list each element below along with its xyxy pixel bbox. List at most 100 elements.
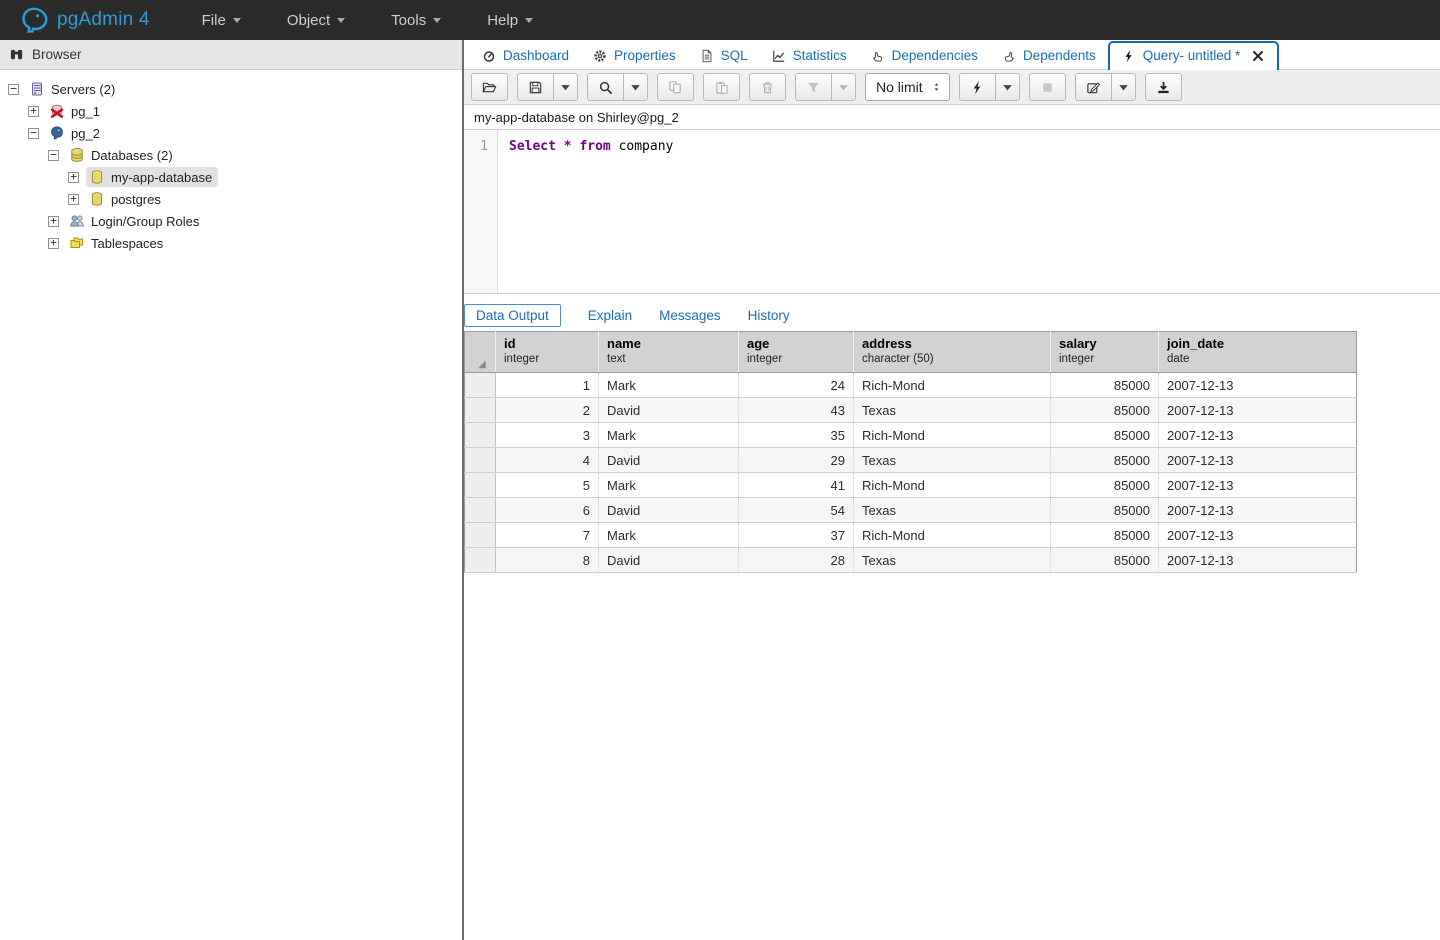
grid-cell[interactable]: Mark: [599, 423, 739, 448]
tree-item-pg-1[interactable]: +pg_1: [0, 100, 462, 122]
tree-node[interactable]: Servers (2): [26, 79, 121, 99]
row-selector-cell[interactable]: [465, 423, 496, 448]
grid-cell[interactable]: 2007-12-13: [1159, 548, 1357, 573]
edit-options-button[interactable]: [1111, 73, 1136, 101]
copy-button[interactable]: [657, 73, 694, 101]
grid-cell[interactable]: 85000: [1051, 398, 1159, 423]
tree-node[interactable]: my-app-database: [86, 167, 218, 187]
grid-cell[interactable]: 4: [496, 448, 599, 473]
grid-cell[interactable]: 85000: [1051, 498, 1159, 523]
output-tab-messages[interactable]: Messages: [659, 305, 721, 326]
grid-cell[interactable]: 2007-12-13: [1159, 498, 1357, 523]
grid-cell[interactable]: 37: [739, 523, 854, 548]
pgadmin-brand[interactable]: pgAdmin 4: [20, 6, 150, 34]
execute-options-button[interactable]: [995, 73, 1020, 101]
grid-cell[interactable]: Rich-Mond: [854, 423, 1051, 448]
collapse-expander[interactable]: −: [48, 150, 59, 161]
expand-expander[interactable]: +: [48, 238, 59, 249]
grid-cell[interactable]: 8: [496, 548, 599, 573]
grid-cell[interactable]: Mark: [599, 473, 739, 498]
grid-cell[interactable]: Texas: [854, 548, 1051, 573]
grid-cell[interactable]: 2: [496, 398, 599, 423]
execute-button[interactable]: [959, 73, 996, 101]
grid-cell[interactable]: 7: [496, 523, 599, 548]
grid-cell[interactable]: 2007-12-13: [1159, 423, 1357, 448]
grid-cell[interactable]: 2007-12-13: [1159, 473, 1357, 498]
grid-column-header-salary[interactable]: salaryinteger: [1051, 332, 1159, 373]
tree-node[interactable]: Tablespaces: [66, 233, 169, 253]
tree-node[interactable]: pg_1: [46, 101, 106, 121]
grid-cell[interactable]: 29: [739, 448, 854, 473]
grid-cell[interactable]: Mark: [599, 523, 739, 548]
grid-column-header-age[interactable]: ageinteger: [739, 332, 854, 373]
grid-cell[interactable]: 85000: [1051, 523, 1159, 548]
find-options-button[interactable]: [623, 73, 648, 101]
grid-cell[interactable]: Rich-Mond: [854, 373, 1051, 398]
close-icon[interactable]: [1251, 49, 1265, 63]
expand-expander[interactable]: +: [68, 194, 79, 205]
filter-button[interactable]: [795, 73, 832, 101]
row-selector-cell[interactable]: [465, 448, 496, 473]
grid-cell[interactable]: David: [599, 398, 739, 423]
grid-cell[interactable]: 28: [739, 548, 854, 573]
menu-object[interactable]: Object: [271, 4, 361, 37]
tree-item-tablespaces[interactable]: + Tablespaces: [0, 232, 462, 254]
collapse-expander[interactable]: −: [28, 128, 39, 139]
filter-options-button[interactable]: [831, 73, 856, 101]
grid-cell[interactable]: 35: [739, 423, 854, 448]
save-options-button[interactable]: [553, 73, 578, 101]
grid-column-header-name[interactable]: nametext: [599, 332, 739, 373]
grid-cell[interactable]: 43: [739, 398, 854, 423]
grid-column-header-address[interactable]: addresscharacter (50): [854, 332, 1051, 373]
grid-cell[interactable]: 85000: [1051, 373, 1159, 398]
output-tab-history[interactable]: History: [748, 305, 790, 326]
tab-query-untitled[interactable]: Query- untitled *: [1108, 41, 1280, 70]
grid-cell[interactable]: David: [599, 498, 739, 523]
collapse-expander[interactable]: −: [8, 84, 19, 95]
grid-cell[interactable]: 85000: [1051, 473, 1159, 498]
tree-item-my-app-database[interactable]: +my-app-database: [0, 166, 462, 188]
grid-cell[interactable]: David: [599, 448, 739, 473]
grid-cell[interactable]: Texas: [854, 498, 1051, 523]
tree-item-postgres[interactable]: +postgres: [0, 188, 462, 210]
row-selector-cell[interactable]: [465, 498, 496, 523]
menu-tools[interactable]: Tools: [375, 4, 457, 37]
sql-editor[interactable]: 1 Select * from company: [464, 130, 1440, 294]
row-selector-cell[interactable]: [465, 523, 496, 548]
tree-item-pg-2[interactable]: −pg_2: [0, 122, 462, 144]
tree-item-login-group-roles[interactable]: + Login/Group Roles: [0, 210, 462, 232]
row-limit-select[interactable]: No limit: [865, 73, 950, 101]
output-tab-data-output[interactable]: Data Output: [464, 304, 561, 327]
grid-cell[interactable]: David: [599, 548, 739, 573]
grid-cell[interactable]: 2007-12-13: [1159, 448, 1357, 473]
download-button[interactable]: [1145, 73, 1182, 101]
sql-code-area[interactable]: Select * from company: [498, 130, 1440, 293]
tab-dashboard[interactable]: Dashboard: [470, 43, 581, 69]
grid-cell[interactable]: 85000: [1051, 548, 1159, 573]
find-button[interactable]: [587, 73, 624, 101]
tree-node[interactable]: pg_2: [46, 123, 106, 143]
grid-cell[interactable]: 3: [496, 423, 599, 448]
row-selector-cell[interactable]: [465, 548, 496, 573]
output-tab-explain[interactable]: Explain: [588, 305, 632, 326]
stop-button[interactable]: [1029, 73, 1066, 101]
grid-cell[interactable]: 85000: [1051, 423, 1159, 448]
grid-cell[interactable]: 5: [496, 473, 599, 498]
grid-column-header-join_date[interactable]: join_datedate: [1159, 332, 1357, 373]
tree-item-databases-2[interactable]: −Databases (2): [0, 144, 462, 166]
grid-cell[interactable]: 1: [496, 373, 599, 398]
tab-statistics[interactable]: Statistics: [760, 43, 859, 69]
grid-cell[interactable]: Texas: [854, 448, 1051, 473]
grid-column-header-id[interactable]: idinteger: [496, 332, 599, 373]
tree-node[interactable]: Login/Group Roles: [66, 211, 205, 231]
edit-button[interactable]: [1075, 73, 1112, 101]
open-file-button[interactable]: [471, 73, 508, 101]
expand-expander[interactable]: +: [48, 216, 59, 227]
tree-node[interactable]: Databases (2): [66, 145, 179, 165]
grid-cell[interactable]: Rich-Mond: [854, 523, 1051, 548]
tab-dependencies[interactable]: Dependencies: [859, 43, 990, 69]
delete-button[interactable]: [749, 73, 786, 101]
select-all-corner[interactable]: ◢: [465, 332, 496, 373]
paste-button[interactable]: [703, 73, 740, 101]
grid-cell[interactable]: Rich-Mond: [854, 473, 1051, 498]
